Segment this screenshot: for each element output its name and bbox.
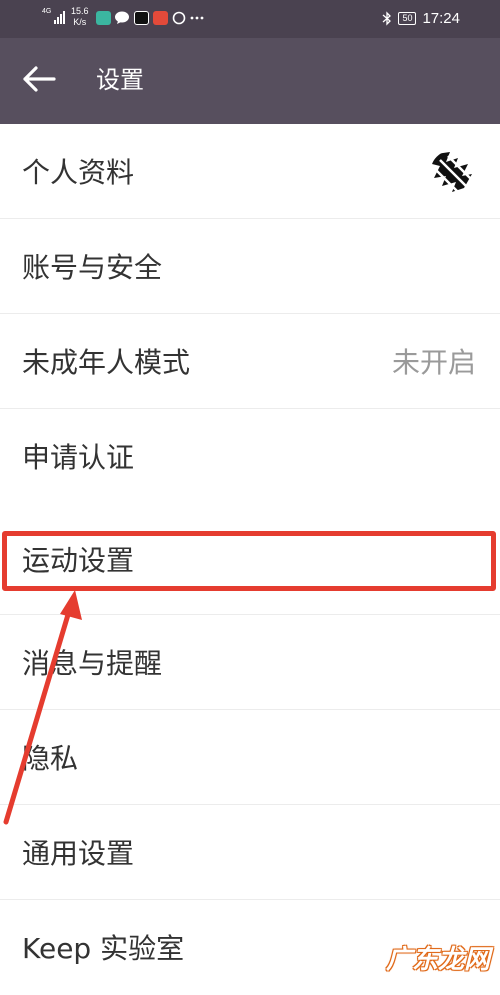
- settings-item-label: 运动设置: [22, 544, 135, 577]
- settings-item-profile[interactable]: 个人资料: [0, 124, 500, 219]
- signal-icon: [54, 10, 65, 24]
- loading-icon: [172, 11, 186, 25]
- settings-item-sport[interactable]: 运动设置: [0, 522, 500, 615]
- settings-item-verification[interactable]: 申请认证: [0, 409, 500, 504]
- settings-item-label: 未成年人模式: [22, 346, 191, 379]
- battery-icon: 50: [398, 12, 417, 25]
- bluetooth-icon: [383, 11, 392, 26]
- minor-mode-status: 未开启: [391, 346, 476, 379]
- settings-item-label: 通用设置: [22, 837, 135, 870]
- settings-item-label: 隐私: [22, 742, 79, 775]
- settings-item-label: 个人资料: [22, 156, 135, 189]
- network-speed: 15.6 K/s: [71, 6, 89, 28]
- more-icon: [190, 16, 204, 20]
- wechat-icon: [115, 11, 129, 24]
- notification-icons: [96, 11, 204, 25]
- page-title: 设置: [96, 66, 144, 94]
- status-bar: 4G 15.6 K/s 50 17:24: [0, 0, 500, 38]
- network-type: 4G: [42, 8, 52, 15]
- settings-item-label: Keep 实验室: [22, 932, 185, 965]
- network-speed-unit: K/s: [73, 17, 87, 27]
- clock: 17:24: [422, 10, 460, 27]
- settings-item-label: 账号与安全: [22, 251, 163, 284]
- app-icon: [96, 11, 111, 25]
- settings-item-messages[interactable]: 消息与提醒: [0, 615, 500, 710]
- settings-item-account-security[interactable]: 账号与安全: [0, 219, 500, 314]
- section-divider: [0, 504, 500, 522]
- app-icon: [153, 11, 168, 25]
- watermark-logo: 广东龙网: [385, 945, 490, 975]
- settings-item-label: 申请认证: [22, 441, 135, 474]
- settings-list: 个人资料 账号与安全 未成年人模式 未开启 申请认证 运动设置 消息与提醒 隐私…: [0, 124, 500, 995]
- settings-item-minor-mode[interactable]: 未成年人模式 未开启: [0, 314, 500, 409]
- avatar[interactable]: [428, 148, 478, 198]
- arrow-left-icon[interactable]: [22, 64, 56, 94]
- network-speed-value: 15.6: [71, 6, 89, 16]
- settings-item-privacy[interactable]: 隐私: [0, 710, 500, 805]
- settings-item-label: 消息与提醒: [22, 647, 163, 680]
- settings-item-general[interactable]: 通用设置: [0, 805, 500, 900]
- app-bar: 设置: [0, 38, 500, 124]
- status-right: 50 17:24: [382, 10, 460, 27]
- tiktok-icon: [134, 11, 149, 25]
